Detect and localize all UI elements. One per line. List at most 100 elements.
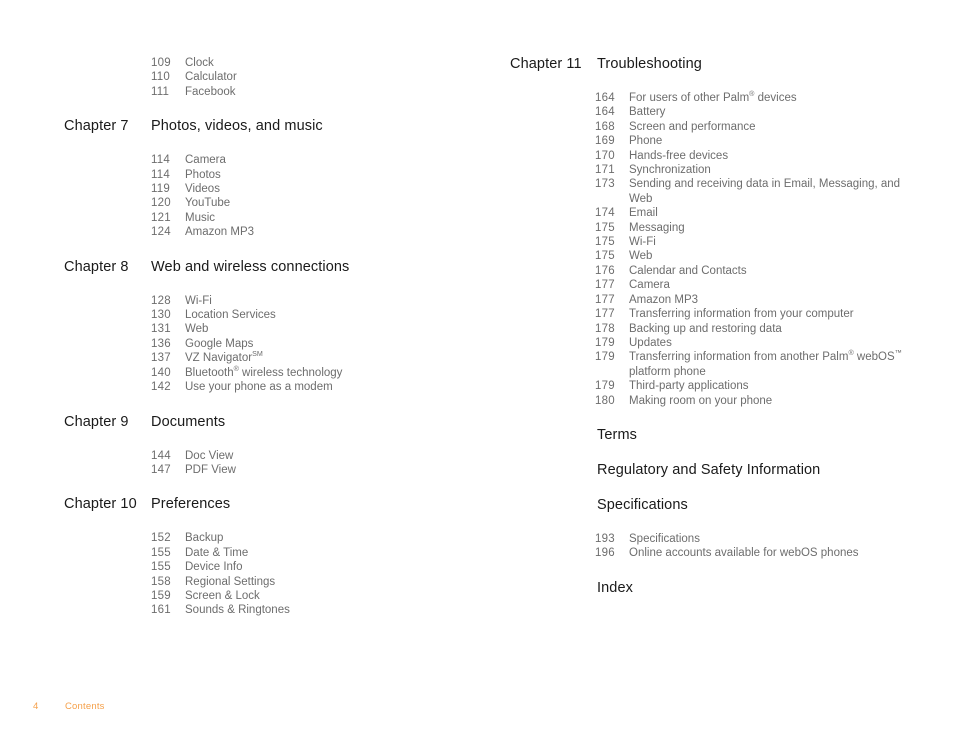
toc-entry-list: 193 Specifications 196 Online accounts avai… <box>510 532 910 561</box>
toc-entry-page-number: 175 <box>595 250 615 263</box>
toc-entry-title: Updates <box>629 336 672 349</box>
toc-entry-title: Amazon MP3 <box>185 226 255 239</box>
toc-entry-title: Specifications <box>629 532 700 545</box>
toc-entry[interactable]: 155 Device Info <box>64 560 464 574</box>
toc-entry[interactable]: 137 VZ NavigatorSM <box>64 351 464 365</box>
toc-entry-page-number: 179 <box>595 351 615 364</box>
toc-entry[interactable]: 111 Facebook <box>64 85 464 99</box>
toc-entry-page-number: 111 <box>151 85 170 98</box>
toc-entry[interactable]: 152 Backup <box>64 531 464 545</box>
toc-entry[interactable]: 114 Photos <box>64 168 464 182</box>
toc-entry-page-number: 124 <box>151 226 171 239</box>
toc-entry-title: Photos <box>185 168 221 181</box>
toc-entry[interactable]: 176 Calendar and Contacts <box>510 264 910 278</box>
chapter-title: Photos, videos, and music <box>151 118 323 135</box>
toc-entry-title: YouTube <box>185 197 231 210</box>
toc-entry-page-number: 168 <box>595 120 615 133</box>
section-heading-row[interactable]: Index <box>510 580 910 596</box>
toc-entry[interactable]: 121 Music <box>64 211 464 225</box>
toc-entry[interactable]: 179 Third-party applications <box>510 379 910 393</box>
toc-entry-page-number: 159 <box>151 589 171 602</box>
toc-entry[interactable]: 170 Hands-free devices <box>510 149 910 163</box>
toc-entry[interactable]: 119 Videos <box>64 182 464 196</box>
toc-entry-page-number: 164 <box>595 92 615 104</box>
toc-entry[interactable]: 177 Amazon MP3 <box>510 293 910 307</box>
chapter-heading-row[interactable]: Chapter 10 Preferences <box>64 496 464 512</box>
toc-entry[interactable]: 168 Screen and performance <box>510 120 910 134</box>
toc-entry[interactable]: 177 Camera <box>510 278 910 292</box>
section-heading-row[interactable]: Terms <box>510 427 910 443</box>
toc-entry[interactable]: 171 Synchronization <box>510 163 910 177</box>
trademark-superscript: SM <box>252 350 263 359</box>
toc-entry-page-number: 147 <box>151 463 171 476</box>
right-chapter-blocks: Chapter 11 Troubleshooting 164 For users of… <box>510 56 910 596</box>
toc-entry[interactable]: 173 Sending and receiving data in Email, … <box>510 177 910 206</box>
toc-entry-page-number: 193 <box>595 532 615 545</box>
toc-entry[interactable]: 159 Screen & Lock <box>64 589 464 603</box>
toc-entry-page-number: 131 <box>151 323 171 336</box>
toc-entry[interactable]: 178 Backing up and restoring data <box>510 322 910 336</box>
toc-entry-page-number: 121 <box>151 211 171 224</box>
chapter-heading-row[interactable]: Chapter 11 Troubleshooting <box>510 56 910 72</box>
toc-entry[interactable]: 128 Wi-Fi <box>64 294 464 308</box>
chapter-heading-row[interactable]: Chapter 7 Photos, videos, and music <box>64 118 464 134</box>
toc-entry-page-number: 171 <box>595 164 615 177</box>
toc-entry[interactable]: 110 Calculator <box>64 70 464 84</box>
toc-entry[interactable]: 180 Making room on your phone <box>510 394 910 408</box>
toc-entry-page-number: 114 <box>151 154 170 167</box>
toc-entry[interactable]: 175 Messaging <box>510 221 910 235</box>
footer-page-number: 4 <box>33 701 39 712</box>
section-heading-row[interactable]: Specifications <box>510 497 910 513</box>
toc-entry[interactable]: 136 Google Maps <box>64 337 464 351</box>
chapter-title: Troubleshooting <box>597 56 702 72</box>
toc-entry-page-number: 175 <box>595 221 615 234</box>
toc-entry-page-number: 196 <box>595 547 615 560</box>
toc-entry[interactable]: 196 Online accounts available for webOS p… <box>510 546 910 560</box>
toc-entry-page-number: 136 <box>151 337 171 350</box>
toc-entry[interactable]: 155 Date & Time <box>64 546 464 560</box>
toc-entry[interactable]: 124 Amazon MP3 <box>64 225 464 239</box>
toc-entry-title: Facebook <box>185 85 236 98</box>
toc-entry[interactable]: 114 Camera <box>64 153 464 167</box>
toc-entry[interactable]: 164 For users of other Palm® devices <box>510 91 910 105</box>
toc-entry[interactable]: 131 Web <box>64 322 464 336</box>
toc-entry[interactable]: 177 Transferring information from your co… <box>510 307 910 321</box>
toc-entry-title: Bluetooth® wireless technology <box>185 364 343 379</box>
toc-entry[interactable]: 130 Location Services <box>64 308 464 322</box>
toc-entry[interactable]: 140 Bluetooth® wireless technology <box>64 364 464 380</box>
toc-entry[interactable]: 109 Clock <box>64 56 464 70</box>
toc-entry[interactable]: 158 Regional Settings <box>64 575 464 589</box>
chapter-heading-row[interactable]: Chapter 9 Documents <box>64 414 464 430</box>
toc-entry-title: Date & Time <box>185 546 249 559</box>
toc-entry[interactable]: 164 Battery <box>510 105 910 119</box>
toc-entry[interactable]: 174 Email <box>510 206 910 220</box>
toc-entry-title: Web <box>629 250 653 263</box>
toc-entry-title: PDF View <box>185 463 236 476</box>
toc-entry[interactable]: 193 Specifications <box>510 532 910 546</box>
toc-entry[interactable]: 147 PDF View <box>64 463 464 477</box>
toc-entry-page-number: 177 <box>595 308 615 321</box>
toc-entry[interactable]: 161 Sounds & Ringtones <box>64 603 464 617</box>
toc-entry[interactable]: 120 YouTube <box>64 196 464 210</box>
toc-entry[interactable]: 179 Updates <box>510 336 910 350</box>
toc-entry[interactable]: 175 Web <box>510 249 910 263</box>
toc-entry[interactable]: 142 Use your phone as a modem <box>64 380 464 394</box>
toc-entry[interactable]: 169 Phone <box>510 134 910 148</box>
section-heading-row[interactable]: Regulatory and Safety Information <box>510 462 910 478</box>
toc-entry-page-number: 164 <box>595 106 615 119</box>
toc-entry-page-number: 158 <box>151 575 171 588</box>
toc-entry-title: Camera <box>629 279 670 292</box>
toc-entry[interactable]: 179 Transferring information from another… <box>510 350 910 379</box>
toc-entry[interactable]: 175 Wi-Fi <box>510 235 910 249</box>
toc-entry[interactable]: 144 Doc View <box>64 449 464 463</box>
chapter-heading-row[interactable]: Chapter 8 Web and wireless connections <box>64 259 464 275</box>
